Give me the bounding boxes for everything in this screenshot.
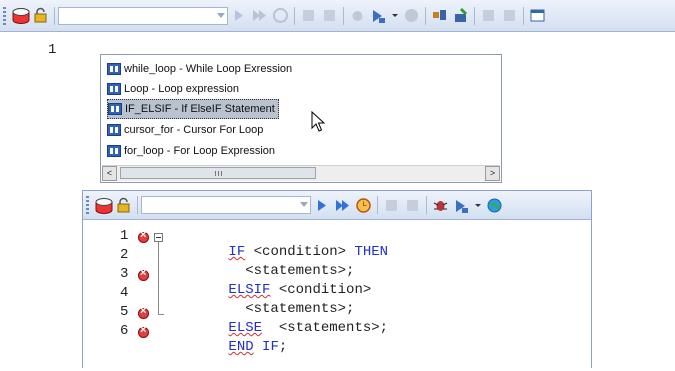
- clock-icon[interactable]: [272, 7, 289, 24]
- snippet-icon: [107, 63, 121, 75]
- autocomplete-item[interactable]: for_loop - For Loop Expression: [107, 142, 275, 160]
- autocomplete-item-selected[interactable]: IF_ELSIF - If ElseIF Statement: [107, 99, 279, 119]
- autocomplete-item-label: for_loop - For Loop Expression: [124, 145, 276, 157]
- top-toolbar: [0, 0, 675, 32]
- line-number: 6: [120, 323, 129, 339]
- toolbar-grip[interactable]: [86, 196, 89, 214]
- line-number: 3: [120, 266, 129, 282]
- explain-icon[interactable]: [431, 7, 448, 24]
- line-number: 4: [120, 285, 129, 301]
- debug-icon[interactable]: [349, 7, 366, 24]
- debug-icon[interactable]: [432, 197, 449, 214]
- chevron-down-icon[interactable]: [391, 7, 399, 24]
- error-icon[interactable]: [138, 267, 149, 281]
- error-icon[interactable]: [138, 229, 149, 243]
- step-icon[interactable]: [453, 197, 470, 214]
- run-icon[interactable]: [313, 197, 330, 214]
- rollback-icon[interactable]: [404, 197, 421, 214]
- chevron-down-icon[interactable]: [217, 12, 225, 18]
- save-icon[interactable]: [501, 7, 518, 24]
- commit-icon[interactable]: [383, 197, 400, 214]
- run-icon[interactable]: [230, 7, 247, 24]
- autocomplete-popup: while_loop - While Loop Exression Loop -…: [100, 54, 502, 183]
- database-icon[interactable]: [11, 7, 30, 25]
- fold-guide: [158, 314, 164, 315]
- format-icon[interactable]: [480, 7, 497, 24]
- line-number: 1: [48, 42, 57, 58]
- autocomplete-item-label: cursor_for - Cursor For Loop: [124, 124, 264, 136]
- clock-icon[interactable]: [355, 197, 372, 214]
- lock-icon[interactable]: [115, 197, 132, 214]
- toolbar-separator: [54, 6, 55, 25]
- fold-collapse-icon[interactable]: [154, 233, 163, 242]
- toolbar-separator: [343, 6, 344, 25]
- snippet-icon: [107, 124, 121, 136]
- lock-icon[interactable]: [32, 7, 49, 24]
- code-token: ;: [278, 339, 288, 355]
- code-token: END: [228, 339, 254, 355]
- toolbar-separator: [294, 6, 295, 25]
- mouse-pointer-icon: [311, 111, 325, 132]
- commit-icon[interactable]: [300, 7, 317, 24]
- autocomplete-item[interactable]: while_loop - While Loop Exression: [107, 60, 292, 78]
- database-icon[interactable]: [94, 197, 113, 214]
- bottom-editor-window: 1 2 3 4 5 6 IF <condition> THEN <stateme…: [82, 190, 592, 368]
- code-token: THEN: [354, 244, 389, 260]
- connection-combo[interactable]: [58, 6, 228, 25]
- run-all-icon[interactable]: [334, 197, 351, 214]
- toolbar-separator: [426, 196, 427, 214]
- scroll-right-button[interactable]: >: [485, 166, 500, 181]
- rollback-icon[interactable]: [321, 7, 338, 24]
- chevron-down-icon[interactable]: [474, 197, 482, 214]
- bottom-toolbar: [83, 191, 591, 220]
- fold-guide: [158, 242, 159, 314]
- scroll-thumb[interactable]: [120, 167, 316, 179]
- chevron-down-icon[interactable]: [300, 202, 308, 207]
- horizontal-scrollbar[interactable]: < >: [102, 165, 500, 181]
- toolbar-separator: [425, 6, 426, 25]
- toolbar-separator: [474, 6, 475, 25]
- top-editor-window: 1 while_loop - While Loop Exression Loop…: [0, 0, 675, 190]
- connection-combo[interactable]: [141, 196, 311, 214]
- window-icon[interactable]: [529, 7, 546, 24]
- error-icon[interactable]: [138, 305, 149, 319]
- error-icon[interactable]: [138, 324, 149, 338]
- autocomplete-item[interactable]: cursor_for - Cursor For Loop: [107, 121, 263, 139]
- stop-icon[interactable]: [403, 7, 420, 24]
- globe-icon[interactable]: [486, 197, 503, 214]
- scroll-left-button[interactable]: <: [102, 166, 117, 181]
- line-number: 5: [120, 304, 129, 320]
- snippet-icon: [107, 83, 121, 95]
- autocomplete-item[interactable]: Loop - Loop expression: [107, 80, 239, 98]
- toolbar-separator: [523, 6, 524, 25]
- snippet-icon: [108, 103, 122, 115]
- toolbar-grip[interactable]: [3, 6, 6, 25]
- bottom-code-editor[interactable]: 1 2 3 4 5 6 IF <condition> THEN <stateme…: [83, 220, 591, 368]
- code-token: IF: [262, 339, 279, 355]
- line-number: 1: [120, 228, 129, 244]
- snippet-icon: [107, 145, 121, 157]
- run-all-icon[interactable]: [251, 7, 268, 24]
- autocomplete-item-label: while_loop - While Loop Exression: [124, 63, 293, 75]
- line-number: 2: [120, 247, 129, 263]
- step-icon[interactable]: [370, 7, 387, 24]
- profile-icon[interactable]: [452, 7, 469, 24]
- toolbar-separator: [377, 196, 378, 214]
- code-line: END IF;: [178, 323, 287, 371]
- autocomplete-item-label: IF_ELSIF - If ElseIF Statement: [125, 103, 275, 115]
- autocomplete-item-label: Loop - Loop expression: [124, 83, 239, 95]
- toolbar-separator: [137, 196, 138, 214]
